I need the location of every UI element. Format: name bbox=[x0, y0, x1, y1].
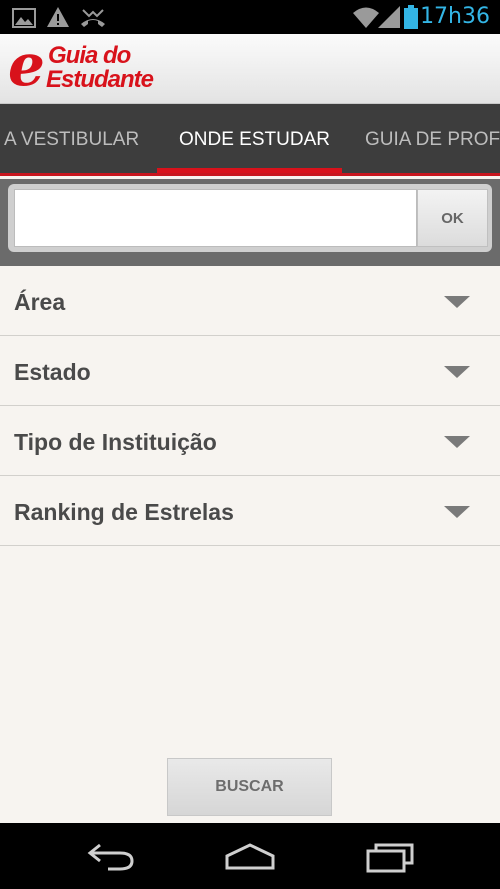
search-bar: OK bbox=[0, 179, 500, 266]
app-header: e Guia do Estudante bbox=[0, 34, 500, 104]
filter-label: Tipo de Instituição bbox=[14, 429, 217, 455]
filter-tipo-de-instituicao[interactable]: Tipo de Instituição bbox=[0, 406, 500, 476]
filter-label: Área bbox=[14, 289, 66, 315]
battery-icon bbox=[404, 5, 418, 29]
navigation-bar bbox=[0, 823, 500, 889]
warning-icon bbox=[47, 7, 69, 27]
signal-icon bbox=[378, 6, 400, 28]
filter-area[interactable]: Área bbox=[0, 266, 500, 336]
image-icon bbox=[12, 8, 36, 28]
dropdown-arrow-icon bbox=[444, 506, 470, 518]
filter-label: Estado bbox=[14, 359, 91, 385]
home-icon[interactable] bbox=[224, 841, 276, 871]
logo-line1: Guia do bbox=[48, 42, 131, 69]
search-box: OK bbox=[8, 184, 492, 252]
search-input[interactable] bbox=[14, 189, 417, 247]
tab-vestibular[interactable]: A VESTIBULAR bbox=[4, 104, 139, 173]
recent-apps-icon[interactable] bbox=[366, 841, 416, 873]
missed-call-icon bbox=[81, 9, 105, 27]
status-time: 17h36 bbox=[420, 4, 490, 29]
status-bar: 17h36 bbox=[0, 0, 500, 34]
filter-ranking-de-estrelas[interactable]: Ranking de Estrelas bbox=[0, 476, 500, 546]
ok-button[interactable]: OK bbox=[417, 189, 488, 247]
filter-list: Área Estado Tipo de Instituição Ranking … bbox=[0, 266, 500, 546]
dropdown-arrow-icon bbox=[444, 436, 470, 448]
buscar-button[interactable]: BUSCAR bbox=[167, 758, 332, 816]
tab-guia-de-profissoes[interactable]: GUIA DE PROFI bbox=[365, 104, 500, 173]
dropdown-arrow-icon bbox=[444, 366, 470, 378]
tab-onde-estudar[interactable]: ONDE ESTUDAR bbox=[179, 104, 330, 173]
wifi-icon bbox=[353, 7, 379, 28]
filter-estado[interactable]: Estado bbox=[0, 336, 500, 406]
active-tab-indicator bbox=[157, 168, 342, 173]
tab-bar: A VESTIBULAR ONDE ESTUDAR GUIA DE PROFI bbox=[0, 104, 500, 176]
back-icon[interactable] bbox=[86, 841, 136, 871]
logo-line2: Estudante bbox=[46, 66, 154, 93]
filter-label: Ranking de Estrelas bbox=[14, 499, 234, 525]
logo-mark: e bbox=[8, 31, 45, 99]
guia-do-estudante-logo[interactable]: e Guia do Estudante bbox=[8, 36, 154, 98]
dropdown-arrow-icon bbox=[444, 296, 470, 308]
